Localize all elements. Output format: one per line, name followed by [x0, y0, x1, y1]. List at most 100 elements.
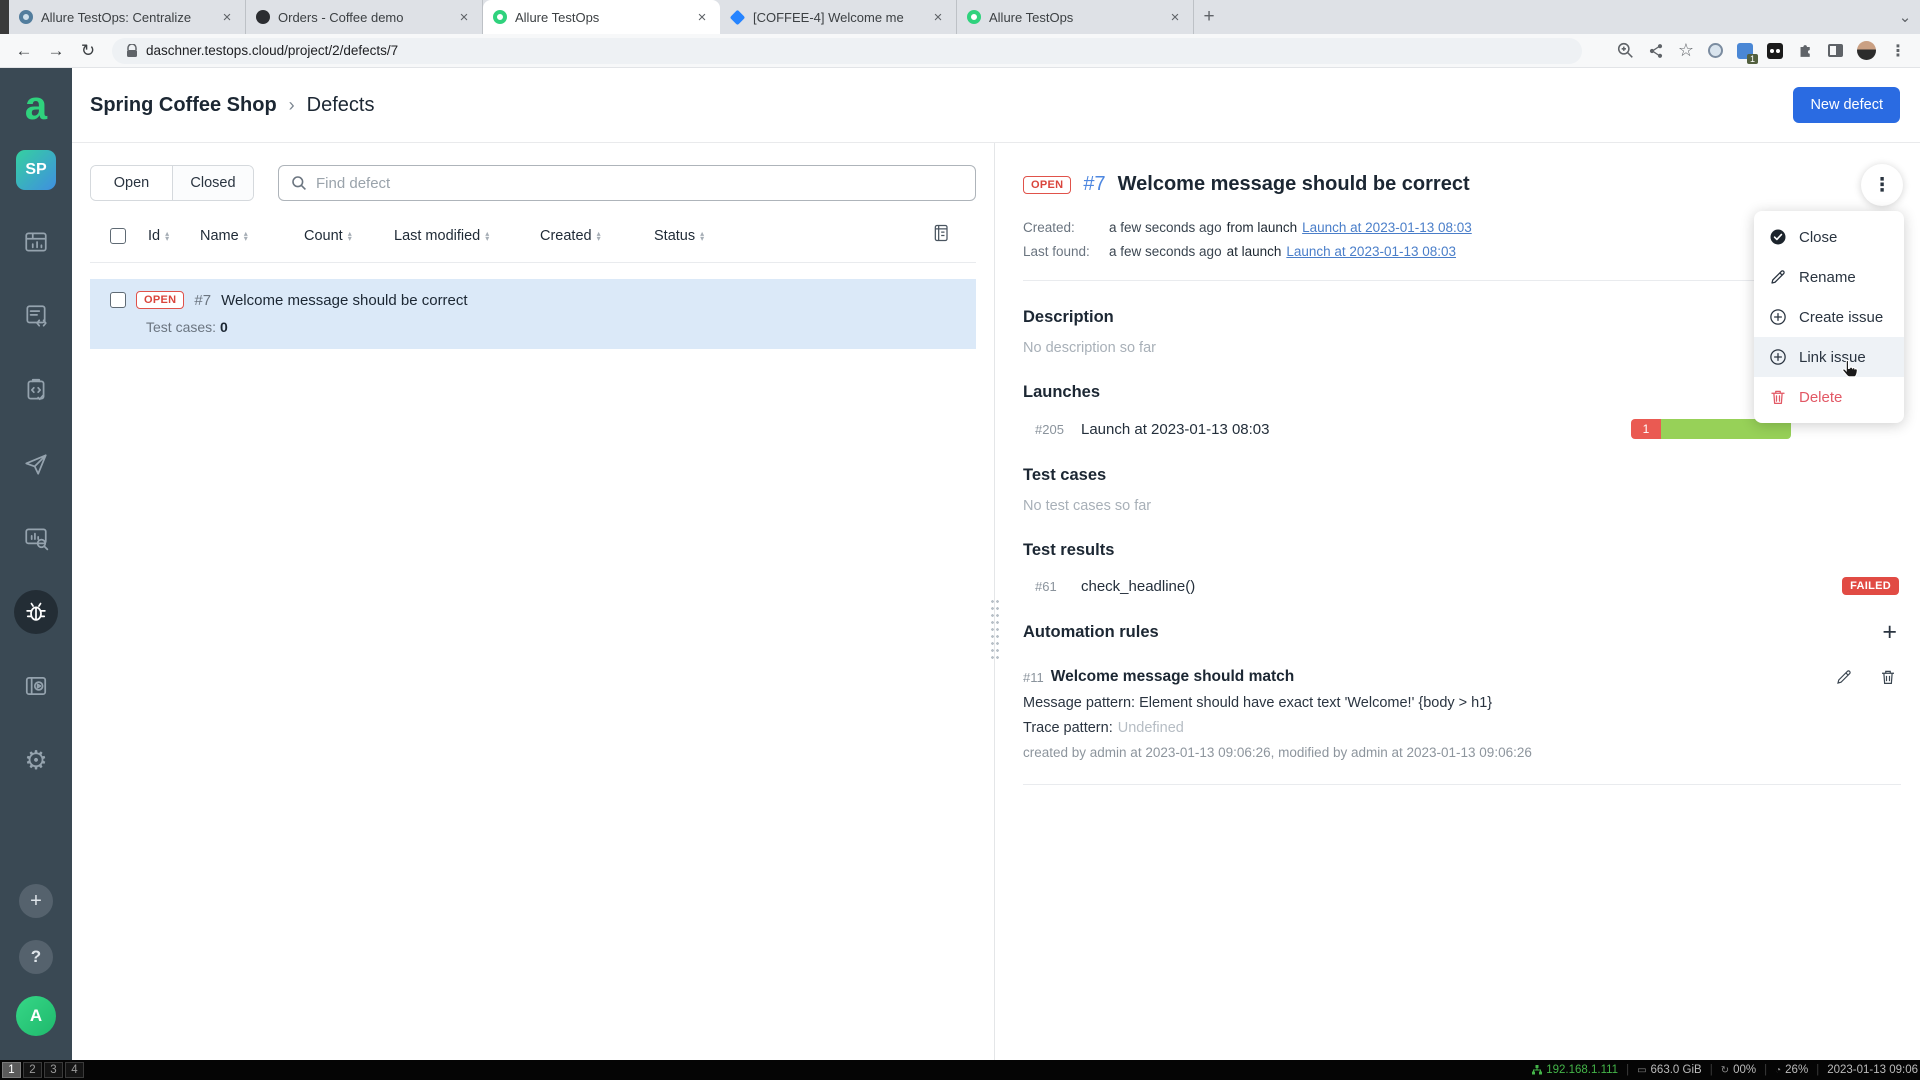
workspace-4[interactable]: 4	[65, 1062, 84, 1078]
select-all-checkbox[interactable]	[110, 228, 126, 244]
tab-title: Allure TestOps: Centralize	[41, 10, 211, 25]
message-pattern-value: Element should have exact text 'Welcome!…	[1139, 695, 1492, 711]
search-input[interactable]	[316, 175, 963, 192]
test-cases-empty-text: No test cases so far	[1023, 498, 1901, 514]
column-settings-icon[interactable]	[932, 223, 952, 248]
delete-rule-icon[interactable]	[1879, 668, 1897, 686]
pane-resize-divider[interactable]	[994, 143, 1004, 1060]
sidebar-item-test-plans[interactable]	[14, 368, 58, 412]
rule-id: #11	[1023, 670, 1044, 685]
forward-button[interactable]	[42, 37, 70, 65]
close-tab-icon[interactable]	[219, 9, 235, 26]
browser-menu-icon[interactable]	[1890, 41, 1906, 61]
automation-rule: #11 Welcome message should match Message…	[1023, 668, 1901, 760]
bookmark-star-icon[interactable]	[1678, 40, 1694, 61]
sidebar-item-defects[interactable]	[14, 590, 58, 634]
breadcrumb-project[interactable]: Spring Coffee Shop	[90, 94, 277, 117]
workspace-3[interactable]: 3	[44, 1062, 63, 1078]
search-box	[278, 165, 976, 201]
extension-globe-icon[interactable]	[1708, 43, 1723, 58]
menu-item-link-issue[interactable]: Link issue	[1754, 337, 1904, 377]
profile-avatar[interactable]	[1857, 41, 1876, 60]
extension-dark-icon[interactable]	[1767, 43, 1783, 59]
failed-badge: FAILED	[1842, 577, 1899, 595]
launch-name[interactable]: Launch at 2023-01-13 08:03	[1081, 421, 1270, 438]
edit-rule-icon[interactable]	[1835, 668, 1853, 686]
close-tab-icon[interactable]	[930, 9, 946, 26]
browser-tab-2[interactable]: Orders - Coffee demo	[246, 0, 483, 34]
share-icon[interactable]	[1648, 43, 1664, 59]
browser-tab-5[interactable]: Allure TestOps	[957, 0, 1194, 34]
memory-icon: ◔	[1775, 1065, 1781, 1076]
column-count[interactable]: Count▴▾	[304, 228, 394, 244]
column-name[interactable]: Name▴▾	[200, 228, 304, 244]
check-circle-icon	[1769, 228, 1787, 246]
tab-search-icon[interactable]	[1890, 0, 1920, 34]
workspace-2[interactable]: 2	[23, 1062, 42, 1078]
add-rule-button[interactable]	[1882, 622, 1897, 642]
allure-logo[interactable]: a	[16, 86, 56, 126]
test-result-name[interactable]: check_headline()	[1081, 578, 1195, 595]
help-button[interactable]	[19, 940, 53, 974]
browser-tab-3-active[interactable]: Allure TestOps	[483, 0, 720, 34]
filter-closed-button[interactable]: Closed	[172, 166, 253, 200]
new-defect-button[interactable]: New defect	[1793, 87, 1900, 123]
column-status[interactable]: Status▴▾	[654, 228, 740, 244]
reload-button[interactable]	[74, 37, 102, 65]
address-bar[interactable]: daschner.testops.cloud/project/2/defects…	[112, 38, 1582, 64]
user-avatar[interactable]: A	[16, 996, 56, 1036]
browser-tab-1[interactable]: Allure TestOps: Centralize	[9, 0, 246, 34]
breadcrumb-chevron-icon	[289, 95, 295, 116]
menu-item-close[interactable]: Close	[1754, 217, 1904, 257]
trace-pattern-line: Trace pattern:Undefined	[1023, 720, 1901, 736]
close-tab-icon[interactable]	[1167, 9, 1183, 26]
memory-indicator: ◔26%	[1775, 1064, 1808, 1076]
filter-open-button[interactable]: Open	[91, 166, 172, 200]
extension-translate-icon[interactable]: 1	[1737, 43, 1753, 59]
sidebar-item-launches[interactable]	[14, 442, 58, 486]
network-indicator: 192.168.1.111	[1532, 1064, 1618, 1076]
created-launch-link[interactable]: Launch at 2023-01-13 08:03	[1302, 216, 1472, 240]
menu-item-rename[interactable]: Rename	[1754, 257, 1904, 297]
defect-actions-menu-button[interactable]	[1861, 164, 1903, 206]
zoom-icon[interactable]	[1617, 42, 1634, 59]
drag-handle-icon[interactable]	[990, 598, 1000, 662]
column-id[interactable]: Id▴▾	[148, 228, 200, 244]
sidebar-item-test-cases[interactable]	[14, 294, 58, 338]
sidebar-item-analytics[interactable]	[14, 516, 58, 560]
back-button[interactable]	[10, 37, 38, 65]
workspace-1[interactable]: 1	[2, 1062, 21, 1078]
defect-actions-menu: Close Rename Create issue Link issue Del…	[1754, 211, 1904, 423]
launches-icon	[23, 451, 49, 477]
extensions-puzzle-icon[interactable]	[1797, 42, 1814, 59]
column-last-modified[interactable]: Last modified▴▾	[394, 228, 540, 244]
last-found-launch-link[interactable]: Launch at 2023-01-13 08:03	[1286, 240, 1456, 264]
trash-icon	[1769, 388, 1787, 406]
launch-id: #205	[1035, 422, 1081, 437]
status-badge: OPEN	[1023, 176, 1071, 194]
dark-circle-icon	[256, 10, 270, 24]
sidebar-item-settings[interactable]	[14, 738, 58, 782]
column-created[interactable]: Created▴▾	[540, 228, 654, 244]
close-tab-icon[interactable]	[694, 9, 710, 26]
table-header: Id▴▾ Name▴▾ Count▴▾ Last modified▴▾ Crea…	[90, 223, 976, 263]
browser-tab-bar: Allure TestOps: Centralize Orders - Coff…	[0, 0, 1920, 34]
menu-item-delete[interactable]: Delete	[1754, 377, 1904, 417]
defect-row[interactable]: OPEN #7 Welcome message should be correc…	[90, 279, 976, 349]
add-button[interactable]	[19, 884, 53, 918]
defect-title: Welcome message should be correct	[1118, 173, 1470, 196]
plus-circle-icon	[1769, 348, 1787, 366]
test-plans-icon	[23, 377, 49, 403]
menu-item-create-issue[interactable]: Create issue	[1754, 297, 1904, 337]
close-tab-icon[interactable]	[456, 9, 472, 26]
new-tab-button[interactable]	[1194, 0, 1224, 34]
project-avatar[interactable]: SP	[16, 150, 56, 190]
side-panel-icon[interactable]	[1828, 44, 1843, 57]
cpu-icon: ↻	[1721, 1065, 1729, 1076]
browser-tab-4[interactable]: [COFFEE-4] Welcome me	[720, 0, 957, 34]
row-checkbox[interactable]	[110, 292, 126, 308]
sidebar-item-jobs[interactable]	[14, 664, 58, 708]
divider	[1023, 784, 1901, 785]
tabbar-spacer	[1224, 0, 1890, 34]
sidebar-item-dashboards[interactable]	[14, 220, 58, 264]
